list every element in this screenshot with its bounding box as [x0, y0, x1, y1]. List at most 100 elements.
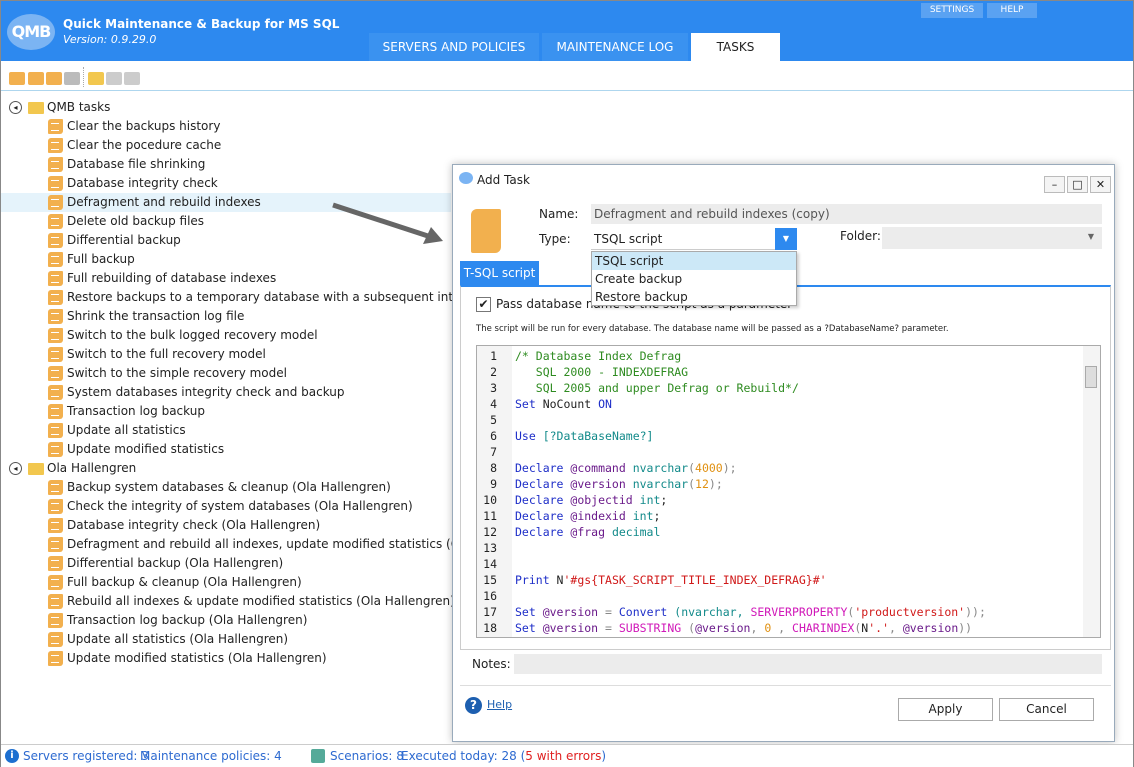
tab-servers-and-policies[interactable]: SERVERS AND POLICIES	[369, 33, 539, 61]
tree-item[interactable]: Restore backups to a temporary database …	[1, 288, 514, 307]
task-label: Transaction log backup	[67, 404, 205, 418]
type-select[interactable]: TSQL script ▼	[591, 228, 797, 250]
tree-item[interactable]: Switch to the bulk logged recovery model	[1, 326, 451, 345]
tree-item[interactable]: Clear the backups history	[1, 117, 451, 136]
line-number: 5	[490, 413, 497, 427]
import-task-icon[interactable]	[28, 72, 44, 85]
tree-folder[interactable]: ◂ Ola Hallengren	[1, 459, 451, 478]
tree-item[interactable]: Transaction log backup (Ola Hallengren)	[1, 611, 451, 630]
tab-tasks[interactable]: TASKS	[691, 33, 780, 61]
name-input[interactable]: Defragment and rebuild indexes (copy)	[591, 204, 1102, 224]
help-icon[interactable]: ?	[465, 697, 482, 714]
collapse-icon[interactable]: ◂	[9, 462, 22, 475]
tree-item[interactable]: Update modified statistics	[1, 440, 451, 459]
tree-item[interactable]: Transaction log backup	[1, 402, 451, 421]
code-token: int	[632, 509, 654, 523]
code-text: Set @version = Convert (nvarchar, SERVER…	[515, 604, 986, 620]
script-icon	[48, 271, 63, 286]
tree-item[interactable]: Check the integrity of system databases …	[1, 497, 451, 516]
line-number: 11	[483, 509, 497, 523]
executed-today[interactable]: Executed today: 28 (5 with errors)	[401, 745, 606, 767]
tree-item[interactable]: Database integrity check	[1, 174, 451, 193]
tab-maintenance-log[interactable]: MAINTENANCE LOG	[542, 33, 688, 61]
collapse-icon[interactable]: ◂	[9, 101, 22, 114]
task-label: Full backup	[67, 252, 135, 266]
apply-button[interactable]: Apply	[898, 698, 993, 721]
tree-item[interactable]: Update all statistics	[1, 421, 451, 440]
tree-item[interactable]: Clear the pocedure cache	[1, 136, 451, 155]
task-label: Clear the pocedure cache	[67, 138, 222, 152]
edit-task-icon[interactable]	[46, 72, 62, 85]
tree-item[interactable]: Rebuild all indexes & update modified st…	[1, 592, 455, 611]
code-token: int	[639, 493, 661, 507]
tab-tsql-script[interactable]: T-SQL script	[460, 261, 539, 286]
scenarios-count[interactable]: Scenarios: 8	[330, 745, 404, 767]
code-token: NoCount	[542, 397, 599, 411]
edit-folder-icon[interactable]	[106, 72, 122, 85]
folder-icon	[28, 102, 44, 114]
code-token: =	[605, 621, 619, 635]
executed-text: Executed today: 28 (	[401, 749, 526, 763]
toolbar	[1, 63, 1133, 91]
tree-item[interactable]: Database integrity check (Ola Hallengren…	[1, 516, 451, 535]
tree-item[interactable]: Update modified statistics (Ola Hallengr…	[1, 649, 451, 668]
vertical-scrollbar[interactable]	[1083, 346, 1100, 637]
code-token: ));	[965, 605, 986, 619]
add-folder-icon[interactable]	[88, 72, 104, 85]
code-token: );	[722, 461, 737, 475]
dialog-title: Add Task	[477, 173, 530, 187]
maintenance-policies[interactable]: Maintenance policies: 4	[140, 745, 282, 767]
script-icon	[48, 404, 63, 419]
close-button[interactable]: ✕	[1090, 176, 1111, 193]
tree-item[interactable]: Database file shrinking	[1, 155, 451, 174]
script-icon	[48, 328, 63, 343]
settings-button[interactable]: SETTINGS	[921, 3, 983, 18]
folder-select[interactable]: ▼	[882, 227, 1102, 249]
code-token: /* Database Index Defrag	[515, 349, 682, 363]
tree-item[interactable]: Full rebuilding of database indexes	[1, 269, 451, 288]
cancel-button[interactable]: Cancel	[999, 698, 1094, 721]
tree-item[interactable]: Update all statistics (Ola Hallengren)	[1, 630, 451, 649]
code-token: Set	[515, 397, 543, 411]
task-label: Update all statistics (Ola Hallengren)	[67, 632, 289, 646]
task-label: Differential backup	[67, 233, 181, 247]
tree-item[interactable]: Shrink the transaction log file	[1, 307, 451, 326]
help-link[interactable]: Help	[487, 698, 512, 711]
delete-task-icon[interactable]	[64, 72, 80, 85]
tree-item[interactable]: Full backup & cleanup (Ola Hallengren)	[1, 573, 451, 592]
tree-item[interactable]: Defragment and rebuild all indexes, upda…	[1, 535, 505, 554]
line-number: 4	[490, 397, 497, 411]
chevron-down-icon[interactable]: ▼	[775, 228, 797, 250]
script-task-icon	[471, 209, 501, 253]
tree-item[interactable]: Differential backup (Ola Hallengren)	[1, 554, 451, 573]
tree-item[interactable]: Backup system databases & cleanup (Ola H…	[1, 478, 451, 497]
type-option[interactable]: TSQL script	[592, 252, 796, 270]
tree-item[interactable]: Switch to the full recovery model	[1, 345, 451, 364]
code-token: ,	[750, 621, 765, 635]
servers-registered[interactable]: Servers registered: 3	[23, 745, 149, 767]
delete-folder-icon[interactable]	[124, 72, 140, 85]
type-option[interactable]: Create backup	[592, 270, 796, 288]
tree-folder[interactable]: ◂ QMB tasks	[1, 98, 451, 117]
type-option[interactable]: Restore backup	[592, 288, 796, 306]
task-label: Full rebuilding of database indexes	[67, 271, 277, 285]
code-token: decimal	[611, 525, 661, 539]
tree-item[interactable]: System databases integrity check and bac…	[1, 383, 451, 402]
code-token: 'productversion'	[854, 605, 966, 619]
script-icon	[48, 480, 63, 495]
code-token: SERVERPROPERTY	[750, 605, 848, 619]
line-number: 7	[490, 445, 497, 459]
notes-input[interactable]	[514, 654, 1102, 674]
add-task-icon[interactable]	[9, 72, 25, 85]
tree-item[interactable]: Switch to the simple recovery model	[1, 364, 451, 383]
code-editor[interactable]: 1 /* Database Index Defrag 2 SQL 2000 - IN…	[476, 345, 1101, 638]
tree-item[interactable]: Full backup	[1, 250, 451, 269]
code-text: Set @version = SUBSTRING (@version, 0 , …	[515, 620, 972, 636]
chevron-down-icon: ▼	[1087, 232, 1094, 241]
maximize-button[interactable]: □	[1067, 176, 1088, 193]
code-token: nvarchar	[632, 477, 689, 491]
pass-dbname-checkbox[interactable]: ✔	[476, 297, 491, 312]
line-number: 1	[490, 349, 497, 363]
help-button[interactable]: HELP	[987, 3, 1037, 18]
minimize-button[interactable]: –	[1044, 176, 1065, 193]
